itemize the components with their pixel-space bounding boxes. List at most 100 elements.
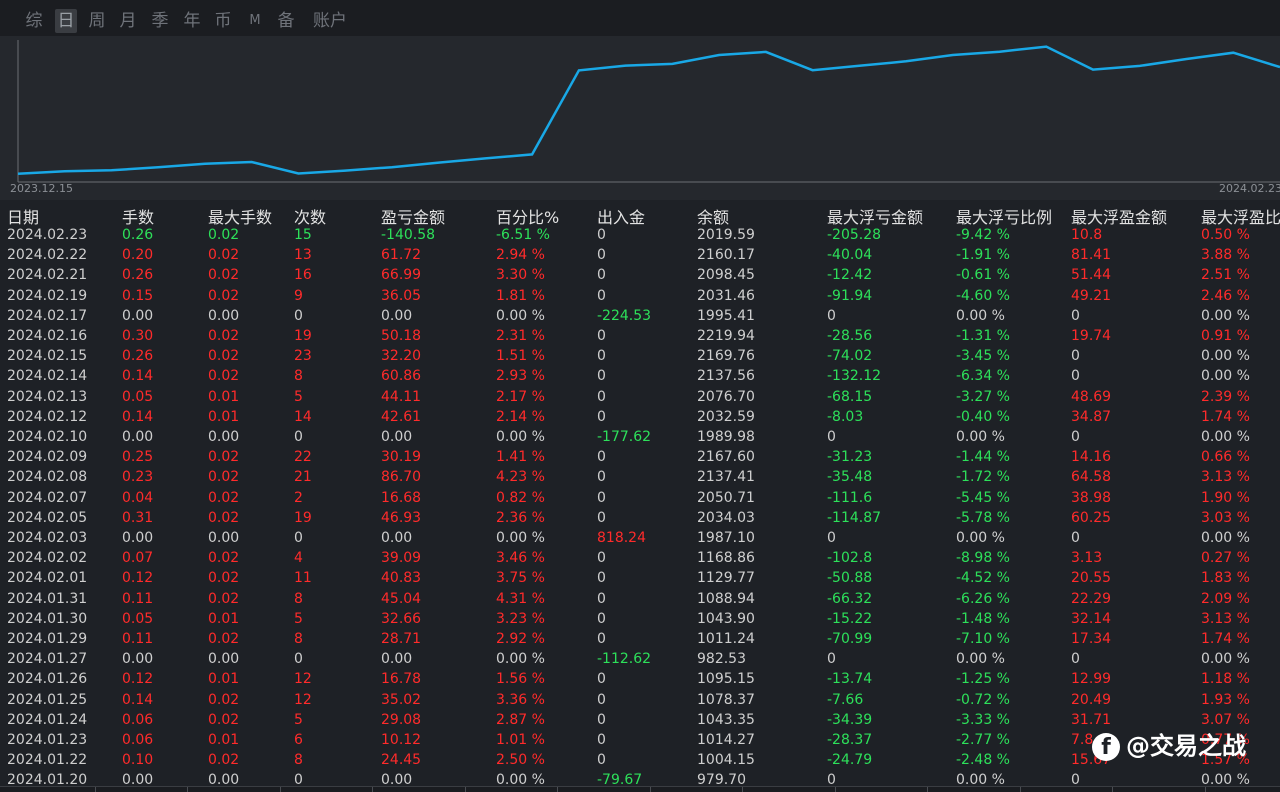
table-row[interactable]: 2024.02.14 0.14 0.02 8 60.86 2.93 % 0 2137.56 -1… xyxy=(0,367,1280,387)
footer-tick xyxy=(557,787,558,792)
table-row[interactable]: 2024.02.12 0.14 0.01 14 42.61 2.14 % 0 2032.59 -… xyxy=(0,408,1280,428)
cell-5: 2.31 % xyxy=(496,328,545,344)
table-row[interactable]: 2024.02.13 0.05 0.01 5 44.11 2.17 % 0 2076.70 -6… xyxy=(0,388,1280,408)
table-row[interactable]: 2024.02.01 0.12 0.02 11 40.83 3.75 % 0 1129.77 -… xyxy=(0,569,1280,589)
cell-1: 0.00 xyxy=(122,307,154,324)
cell-8: -132.12 xyxy=(827,368,882,385)
tab-2[interactable]: 周 xyxy=(87,9,107,33)
table-row[interactable]: 2024.02.22 0.20 0.02 13 61.72 2.94 % 0 2160.17 -… xyxy=(0,246,1280,266)
cell-11: 0.00 % xyxy=(1201,307,1250,324)
table-row[interactable]: 2024.01.27 0.00 0.00 0 0.00 0.00 % -112.62 982.… xyxy=(0,650,1280,670)
table-row[interactable]: 2024.02.08 0.23 0.02 21 86.70 4.23 % 0 2137.41 -… xyxy=(0,468,1280,488)
cell-11: 0.91 % xyxy=(1201,328,1250,344)
cell-6: 0 xyxy=(597,328,606,344)
tab-4[interactable]: 季 xyxy=(150,9,170,33)
cell-5: 1.56 % xyxy=(496,671,545,688)
cell-11: 1.83 % xyxy=(1201,570,1250,587)
tab-3[interactable]: 月 xyxy=(118,9,138,33)
cell-6: 0 xyxy=(597,227,606,243)
table-row[interactable]: 2024.02.15 0.26 0.02 23 32.20 1.51 % 0 2169.76 -… xyxy=(0,347,1280,367)
table-row[interactable]: 2024.02.19 0.15 0.02 9 36.05 1.81 % 0 2031.46 -9… xyxy=(0,287,1280,307)
cell-3: 12 xyxy=(294,691,312,708)
header-10[interactable]: 最大浮盈金额 xyxy=(1071,204,1167,228)
header-2[interactable]: 最大手数 xyxy=(208,204,272,228)
cell-6: 0 xyxy=(597,469,606,486)
table-row[interactable]: 2024.02.10 0.00 0.00 0 0.00 0.00 % -177.62 1989… xyxy=(0,428,1280,448)
cell-5: 3.75 % xyxy=(496,570,545,587)
table-row[interactable]: 2024.02.05 0.31 0.02 19 46.93 2.36 % 0 2034.03 -… xyxy=(0,509,1280,529)
table-footer-scale xyxy=(0,786,1280,792)
header-6[interactable]: 出入金 xyxy=(597,204,645,228)
cell-1: 0.11 xyxy=(122,590,154,607)
cell-6: 0 xyxy=(597,388,606,405)
table-row[interactable]: 2024.01.29 0.11 0.02 8 28.71 2.92 % 0 1011.24 -7… xyxy=(0,630,1280,650)
cell-8: -28.37 xyxy=(827,732,873,748)
header-9[interactable]: 最大浮亏比例 xyxy=(956,204,1052,228)
table-row[interactable]: 2024.02.17 0.00 0.00 0 0.00 0.00 % -224.53 1995… xyxy=(0,307,1280,327)
equity-line xyxy=(17,45,1280,176)
cell-3: 2 xyxy=(294,489,303,506)
tab-9[interactable]: 账户 xyxy=(311,9,349,33)
table-row[interactable]: 2024.02.09 0.25 0.02 22 30.19 1.41 % 0 2167.60 -… xyxy=(0,448,1280,468)
cell-4: 36.05 xyxy=(381,287,422,304)
cell-7: 2137.41 xyxy=(697,469,755,486)
table-row[interactable]: 2024.01.26 0.12 0.01 12 16.78 1.56 % 0 1095.15 -… xyxy=(0,670,1280,690)
header-8[interactable]: 最大浮亏金额 xyxy=(827,204,923,228)
cell-6: 0 xyxy=(597,287,606,304)
cell-8: -7.66 xyxy=(827,691,864,708)
tab-8[interactable]: 备 xyxy=(276,9,296,33)
tab-1[interactable]: 日 xyxy=(55,9,77,33)
cell-10: 31.71 xyxy=(1071,711,1112,728)
table-row[interactable]: 2024.02.07 0.04 0.02 2 16.68 0.82 % 0 2050.71 -1… xyxy=(0,489,1280,509)
cell-3: 5 xyxy=(294,711,303,728)
table-row[interactable]: 2024.01.24 0.06 0.02 5 29.08 2.87 % 0 1043.35 -3… xyxy=(0,711,1280,731)
header-5[interactable]: 百分比% xyxy=(496,204,559,228)
cell-5: 0.00 % xyxy=(496,651,545,668)
tab-6[interactable]: 币 xyxy=(213,9,233,33)
header-4[interactable]: 盈亏金额 xyxy=(381,204,445,228)
cell-1: 0.25 xyxy=(122,449,154,466)
cell-9: -4.60 % xyxy=(956,287,1010,304)
table-row[interactable]: 2024.02.16 0.30 0.02 19 50.18 2.31 % 0 2219.94 -… xyxy=(0,327,1280,347)
cell-11: 0.00 % xyxy=(1201,651,1250,668)
cell-5: 2.36 % xyxy=(496,509,545,526)
cell-7: 1078.37 xyxy=(697,691,755,708)
table-row[interactable]: 2024.01.23 0.06 0.01 6 10.12 1.01 % 0 1014.27 -2… xyxy=(0,731,1280,751)
cell-6: 818.24 xyxy=(597,530,646,546)
cell-8: -114.87 xyxy=(827,509,882,526)
tab-5[interactable]: 年 xyxy=(182,9,202,33)
cell-2: 0.02 xyxy=(208,287,240,304)
header-3[interactable]: 次数 xyxy=(294,204,326,228)
header-11[interactable]: 最大浮盈比 xyxy=(1201,204,1280,228)
cell-4: 35.02 xyxy=(381,691,422,708)
footer-tick xyxy=(372,787,373,792)
cell-3: 12 xyxy=(294,671,312,688)
cell-0: 2024.02.23 xyxy=(7,227,88,243)
cell-0: 2024.02.13 xyxy=(7,388,88,405)
table-row[interactable]: 2024.02.21 0.26 0.02 16 66.99 3.30 % 0 2098.45 -… xyxy=(0,266,1280,286)
tab-7[interactable]: M xyxy=(248,9,262,33)
cell-5: 4.23 % xyxy=(496,469,545,486)
cell-0: 2024.01.31 xyxy=(7,590,88,607)
cell-6: 0 xyxy=(597,570,606,587)
cell-8: -12.42 xyxy=(827,267,873,284)
cell-9: -5.45 % xyxy=(956,489,1010,506)
header-0[interactable]: 日期 xyxy=(7,204,39,228)
cell-5: 1.51 % xyxy=(496,348,545,365)
table-row[interactable]: 2024.02.23 0.26 0.02 15 -140.58 -6.51 % 0 2019.… xyxy=(0,226,1280,246)
table-row[interactable]: 2024.02.02 0.07 0.02 4 39.09 3.46 % 0 1168.86 -1… xyxy=(0,549,1280,569)
cell-10: 14.16 xyxy=(1071,449,1112,466)
tab-0[interactable]: 综 xyxy=(24,9,44,33)
cell-1: 0.05 xyxy=(122,388,154,405)
table-row[interactable]: 2024.01.30 0.05 0.01 5 32.66 3.23 % 0 1043.90 -1… xyxy=(0,610,1280,630)
table-row[interactable]: 2024.01.25 0.14 0.02 12 35.02 3.36 % 0 1078.37 -… xyxy=(0,691,1280,711)
table-row[interactable]: 2024.01.20 0.00 0.00 0 0.00 0.00 % -79.67 979.7… xyxy=(0,771,1280,786)
table-row[interactable]: 2024.01.22 0.10 0.02 8 24.45 2.50 % 0 1004.15 -2… xyxy=(0,751,1280,771)
header-1[interactable]: 手数 xyxy=(122,204,154,228)
table-row[interactable]: 2024.02.03 0.00 0.00 0 0.00 0.00 % 818.24 1987.… xyxy=(0,529,1280,549)
cell-0: 2024.01.26 xyxy=(7,671,88,688)
table-row[interactable]: 2024.01.31 0.11 0.02 8 45.04 4.31 % 0 1088.94 -6… xyxy=(0,590,1280,610)
header-7[interactable]: 余额 xyxy=(697,204,729,228)
cell-11: 0.50 % xyxy=(1201,227,1250,243)
cell-9: -7.10 % xyxy=(956,631,1010,647)
